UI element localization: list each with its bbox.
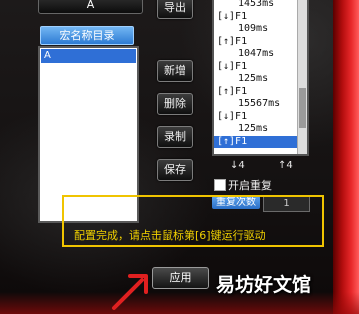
event-row-selected[interactable]: [↑]F1 <box>214 135 307 148</box>
macro-name-field[interactable]: A <box>38 0 143 14</box>
new-button[interactable]: 新增 <box>157 60 193 82</box>
event-row[interactable]: 125ms <box>214 73 307 86</box>
red-border-decoration <box>333 0 359 314</box>
hint-text: 配置完成，请点击鼠标第[6]键运行驱动 <box>74 229 266 242</box>
save-button[interactable]: 保存 <box>157 159 193 181</box>
apply-button[interactable]: 应用 <box>152 267 209 289</box>
event-row[interactable]: 1453ms <box>214 0 307 11</box>
event-list-scrollbar[interactable] <box>297 0 307 154</box>
record-button[interactable]: 录制 <box>157 126 193 148</box>
event-row[interactable]: [↓]F1 <box>214 61 307 74</box>
event-row[interactable]: 125ms <box>214 123 307 136</box>
key-down-count: ↓4 <box>230 160 245 171</box>
event-row[interactable]: [↓]F1 <box>214 111 307 124</box>
event-row[interactable]: [↑]F1 <box>214 86 307 99</box>
driver-window: A 宏名称目录 A 导出 新增 删除 录制 保存 1453ms [↓]F1 10… <box>0 0 359 314</box>
key-up-count: ↑4 <box>278 160 293 171</box>
macro-list-header: 宏名称目录 <box>40 26 134 45</box>
delete-button[interactable]: 删除 <box>157 93 193 115</box>
event-row[interactable]: [↑]F1 <box>214 36 307 49</box>
event-row[interactable]: 15567ms <box>214 98 307 111</box>
repeat-checkbox[interactable] <box>214 179 226 191</box>
event-row[interactable]: 1047ms <box>214 48 307 61</box>
repeat-checkbox-label: 开启重复 <box>228 179 272 192</box>
export-button[interactable]: 导出 <box>157 0 193 19</box>
key-event-list[interactable]: 1453ms [↓]F1 109ms [↑]F1 1047ms [↓]F1 12… <box>212 0 309 156</box>
red-arrow-icon <box>112 274 148 310</box>
event-row[interactable]: [↓]F1 <box>214 11 307 24</box>
event-row[interactable]: 109ms <box>214 23 307 36</box>
macro-list-item[interactable]: A <box>41 49 136 63</box>
watermark-text: 易坊好文馆 <box>216 274 312 296</box>
scrollbar-thumb[interactable] <box>299 88 306 128</box>
